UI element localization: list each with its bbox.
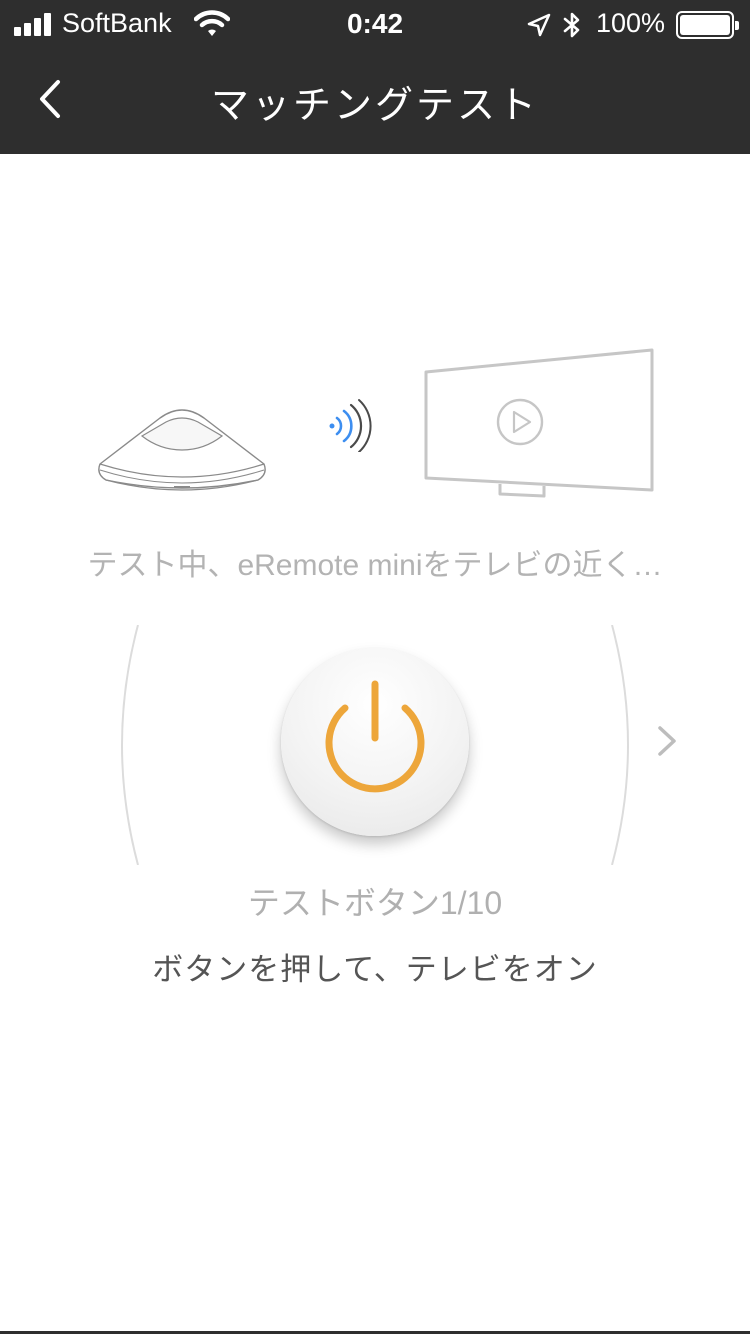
location-arrow-icon <box>527 13 551 37</box>
power-test-button[interactable] <box>281 648 469 836</box>
test-button-counter: テストボタン1/10 <box>247 885 503 921</box>
header: SoftBank 0:42 100% マッチングテスト <box>0 0 750 154</box>
nav-bar: マッチングテスト <box>0 50 750 154</box>
bluetooth-icon <box>563 12 580 38</box>
eremote-mini-device-icon <box>98 409 266 491</box>
page-title: マッチングテスト <box>210 83 539 127</box>
battery-percent: 100% <box>596 8 666 38</box>
right-arc-divider <box>611 625 629 865</box>
power-icon <box>325 680 425 793</box>
chevron-right-icon[interactable] <box>654 724 680 758</box>
battery-icon <box>676 11 739 39</box>
signal-waves-icon <box>329 399 372 452</box>
left-arc-divider <box>121 625 139 865</box>
status-bar: SoftBank 0:42 100% <box>0 0 750 50</box>
battery-fill <box>680 15 730 35</box>
test-instruction: ボタンを押して、テレビをオン <box>152 952 598 988</box>
tv-play-icon <box>424 348 654 498</box>
test-hint-text: テスト中、eRemote miniをテレビの近く… <box>87 549 663 582</box>
